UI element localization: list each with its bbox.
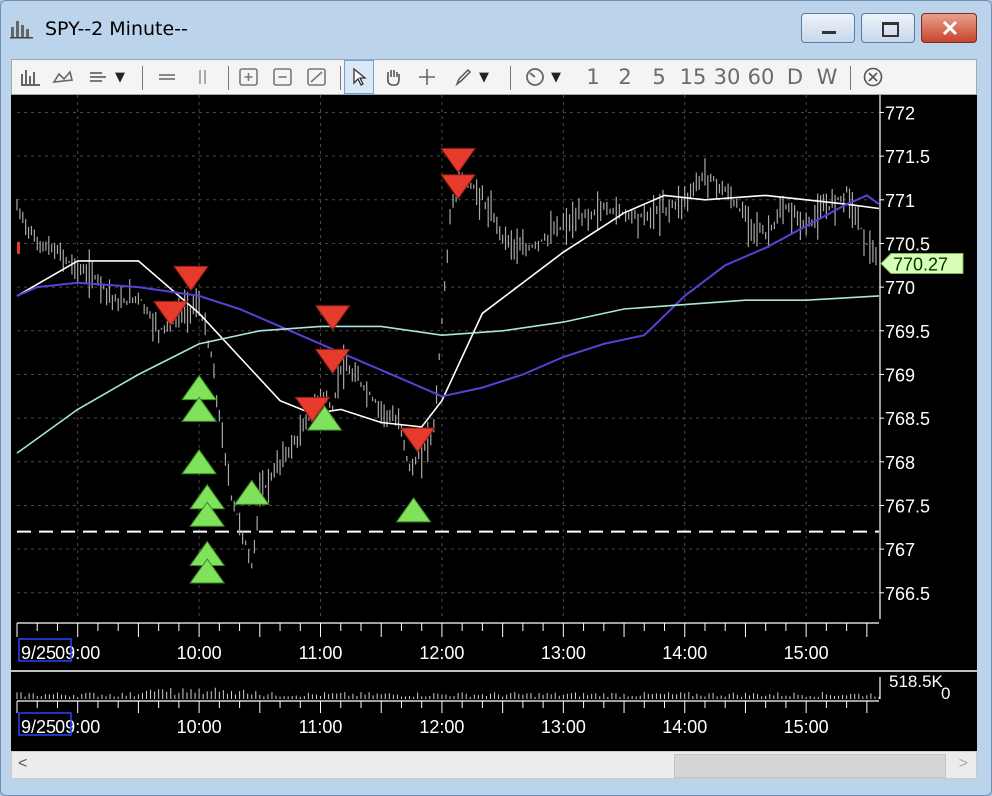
volume-date-label: 9/25 [21,717,56,737]
volume-x-tick-label: 10:00 [177,717,222,737]
scroll-right-icon[interactable]: > [959,755,968,773]
date-label: 9/25 [21,643,56,663]
zoom-reset-icon[interactable] [302,60,332,94]
volume-x-tick-label: 09:00 [55,717,100,737]
y-tick-label: 771.5 [885,147,930,167]
crosshair-icon[interactable] [412,60,442,94]
y-tick-label: 772 [885,103,915,123]
buy-signal-marker [233,479,270,505]
clock-icon[interactable] [522,60,548,94]
close-button[interactable] [921,13,977,43]
zoom-in-icon[interactable] [234,60,264,94]
pen-dropdown-icon[interactable]: ▼ [476,60,492,94]
y-tick-label: 770.5 [885,234,930,254]
bar-chart-icon[interactable] [16,60,46,94]
x-tick-label: 09:00 [55,643,100,663]
study-list-icon[interactable] [86,60,112,94]
close-icon [942,20,958,36]
timeframe-2[interactable]: 2 [614,60,636,94]
study-dropdown-icon[interactable]: ▼ [112,60,128,94]
timeframe-d[interactable]: D [782,60,808,94]
left-marker [17,241,20,254]
sell-signal-marker [152,300,189,327]
volume-x-tick-label: 12:00 [419,717,464,737]
volume-x-tick-label: 13:00 [541,717,586,737]
y-tick-label: 771 [885,191,915,211]
x-tick-label: 10:00 [177,643,222,663]
close-circle-icon[interactable] [858,60,888,94]
y-tick-label: 768 [885,453,915,473]
pan-hand-icon[interactable] [378,60,408,94]
horizontal-scrollbar[interactable]: < > [11,751,977,779]
y-tick-label: 769 [885,365,915,385]
x-tick-label: 15:00 [784,643,829,663]
scrollbar-thumb[interactable] [674,754,946,778]
x-tick-label: 13:00 [541,643,586,663]
timeframe-5[interactable]: 5 [648,60,670,94]
ma-fast-line [16,194,880,428]
horizontal-line-icon[interactable] [152,60,182,94]
y-tick-label: 770 [885,278,915,298]
sell-signal-marker [440,148,477,174]
pen-icon[interactable] [450,60,476,94]
y-tick-label: 768.5 [885,409,930,429]
vertical-line-icon[interactable] [188,60,218,94]
volume-x-tick-label: 11:00 [299,717,343,737]
timeframe-1[interactable]: 1 [582,60,604,94]
buy-signal-marker [395,496,432,523]
x-tick-label: 12:00 [419,643,464,663]
timeframe-15[interactable]: 15 [676,60,710,94]
line-chart-icon[interactable] [48,60,78,94]
minimize-icon [822,31,836,34]
ma-slow-line [16,295,880,454]
y-tick-label: 767.5 [885,496,930,516]
chart-area[interactable]: 772 771.5 771 770.5 770 769.5 769 768.5 768 767.5… [11,95,977,751]
select-cursor-icon[interactable] [344,60,374,94]
sell-signal-marker [440,174,477,200]
timeframe-w[interactable]: W [814,60,840,94]
ma-mid-line [16,194,880,398]
sell-signal-marker [399,427,436,453]
timeframe-30[interactable]: 30 [710,60,744,94]
volume-x-tick-label: 15:00 [784,717,829,737]
y-tick-label: 767 [885,540,915,560]
chart-toolbar: ▼ ▼ ▼ 1 2 5 15 30 60 D W [11,59,977,95]
zoom-out-icon[interactable] [268,60,298,94]
buy-signal-marker [181,396,218,422]
chart-window: SPY--2 Minute-- ▼ ▼ ▼ 1 2 5 15 30 60 D W… [0,0,992,796]
volume-x-tick-label: 14:00 [662,717,707,737]
title-bar[interactable]: SPY--2 Minute-- [1,1,991,59]
y-tick-label: 769.5 [885,322,930,342]
toolbar-separator [340,66,341,90]
scroll-left-icon[interactable]: < [18,755,27,773]
last-price-label: 770.27 [893,255,948,275]
window-title: SPY--2 Minute-- [45,18,188,40]
chart-app-icon [10,21,33,39]
x-tick-label: 11:00 [299,643,343,663]
toolbar-separator [228,66,229,90]
toolbar-separator [142,66,143,90]
toolbar-separator [510,66,511,90]
minimize-button[interactable] [801,13,855,43]
toolbar-separator [850,66,851,90]
maximize-button[interactable] [861,13,915,43]
volume-zero-label: 0 [941,684,950,703]
maximize-icon [882,22,899,37]
timeframe-60[interactable]: 60 [744,60,778,94]
volume-max-label: 518.5K [889,672,944,691]
clock-dropdown-icon[interactable]: ▼ [548,60,564,94]
price-chart[interactable]: 772 771.5 771 770.5 770 769.5 769 768.5 768 767.5… [11,95,977,751]
x-tick-label: 14:00 [662,643,707,663]
y-tick-label: 766.5 [885,584,930,604]
buy-signal-marker [181,374,218,401]
